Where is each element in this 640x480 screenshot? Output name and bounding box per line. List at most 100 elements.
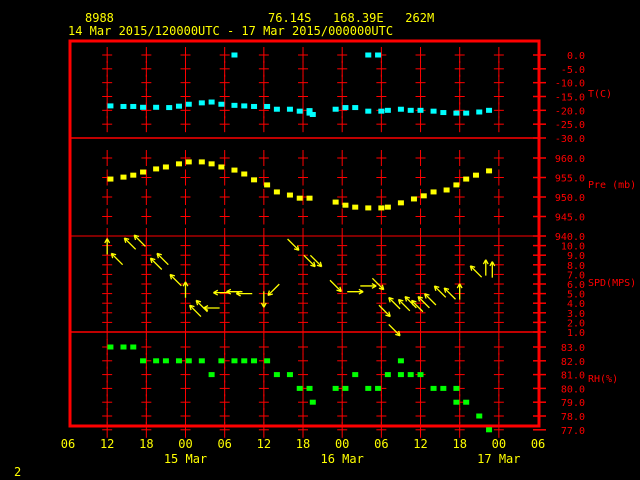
pressure-point (365, 205, 372, 211)
y-tick-label: 78.0 (561, 412, 585, 423)
y-tick-label: -25.0 (555, 120, 585, 131)
pressure-point (443, 187, 450, 193)
pressure-point (264, 182, 271, 188)
rh-point (309, 399, 316, 405)
pressure-point (420, 193, 427, 199)
pressure-point (175, 161, 182, 167)
x-tick-label: 06 (531, 437, 545, 451)
temperature-point (352, 105, 359, 111)
temperature-point (218, 101, 225, 107)
y-tick-label: 82.0 (561, 357, 585, 368)
temperature-point (453, 110, 460, 116)
x-tick-label: 18 (452, 437, 466, 451)
rh-point (273, 372, 280, 378)
rh-point (476, 413, 483, 419)
rh-point (440, 385, 447, 391)
wind-arrow (388, 323, 401, 337)
meteogram-chart: 0.0 -5.0 -10.0 -15.0 -20.0 -25.0 -30.0 T(C) 960.… (61, 39, 636, 466)
temperature-point (296, 108, 303, 114)
pressure-point (472, 172, 479, 178)
wind-arrow (469, 265, 483, 278)
rh-point (107, 344, 114, 350)
temperature-point (241, 103, 248, 109)
rh-point (175, 358, 182, 364)
rh-point (365, 385, 372, 391)
x-date-label: 15 Mar (164, 452, 207, 466)
x-date-label: 16 Mar (320, 452, 363, 466)
x-tick-label: 06 (217, 437, 231, 451)
rh-point (397, 372, 404, 378)
pressure-point (486, 168, 493, 174)
temperature-point (378, 108, 385, 114)
pressure-point (286, 192, 293, 198)
temperature-point (440, 110, 447, 116)
x-tick-label: 00 (335, 437, 349, 451)
y-tick-label: -20.0 (555, 106, 585, 117)
rh-point (218, 358, 225, 364)
x-tick-label: 12 (413, 437, 427, 451)
y-tick-label: 80.0 (561, 384, 585, 395)
rh-point (241, 358, 248, 364)
y-tick-label: 77.0 (561, 426, 585, 437)
pressure-point (430, 189, 437, 195)
pressure-point (120, 174, 127, 180)
rh-point (375, 385, 382, 391)
temperature-point (463, 110, 470, 116)
temperature-point (208, 99, 215, 105)
x-tick-label: 06 (374, 437, 388, 451)
wind-arrow (123, 237, 137, 250)
temperature-point (273, 106, 280, 112)
temperature-point (120, 103, 127, 109)
temperature-point (107, 103, 114, 109)
wind-arrow (397, 298, 411, 312)
wind-arrow (267, 283, 280, 297)
temperature-point (397, 106, 404, 112)
y-axis-label: T(C) (588, 89, 612, 100)
temperature-point (407, 107, 414, 113)
temperature-point (175, 103, 182, 109)
rh-point (130, 344, 137, 350)
rh-point (208, 372, 215, 378)
temperature-point (286, 106, 293, 112)
wind-arrow (235, 290, 253, 297)
temperature-point (384, 107, 391, 113)
pressure-point (397, 200, 404, 206)
y-tick-label: 955.0 (555, 174, 585, 185)
y-tick-label: 81.0 (561, 371, 585, 382)
temperature-point (309, 111, 316, 117)
rh-point (185, 358, 192, 364)
rh-point (198, 358, 205, 364)
y-tick-label: -5.0 (561, 65, 585, 76)
rh-point (407, 372, 414, 378)
wind-arrow (489, 261, 496, 278)
wind-arrow (156, 252, 169, 266)
wind-arrow (443, 287, 456, 300)
pressure-point (352, 204, 359, 210)
x-tick-label: 00 (492, 437, 506, 451)
wind-arrow (203, 305, 220, 311)
y-tick-label: -15.0 (555, 93, 585, 104)
wind-arrow (417, 295, 430, 309)
wind-arrow (182, 281, 189, 298)
rh-point (463, 399, 470, 405)
rh-point (397, 358, 404, 364)
rh-point (286, 372, 293, 378)
temperature-point (430, 108, 437, 114)
y-tick-label: 79.0 (561, 398, 585, 409)
rh-point (384, 372, 391, 378)
pressure-point (332, 199, 339, 205)
temperature-point (231, 52, 238, 58)
pressure-point (342, 202, 349, 208)
rh-point (332, 385, 339, 391)
y-tick-label: 960.0 (555, 154, 585, 165)
wind-arrow (404, 295, 417, 309)
temperature-point (153, 104, 160, 110)
pressure-point (153, 166, 160, 172)
temperature-point (166, 105, 173, 111)
pressure-point (251, 177, 258, 183)
temperature-point (342, 105, 349, 111)
y-tick-label: 0.0 (567, 51, 585, 62)
rh-point (342, 385, 349, 391)
pressure-point (410, 196, 417, 202)
wind-arrow (433, 285, 447, 298)
